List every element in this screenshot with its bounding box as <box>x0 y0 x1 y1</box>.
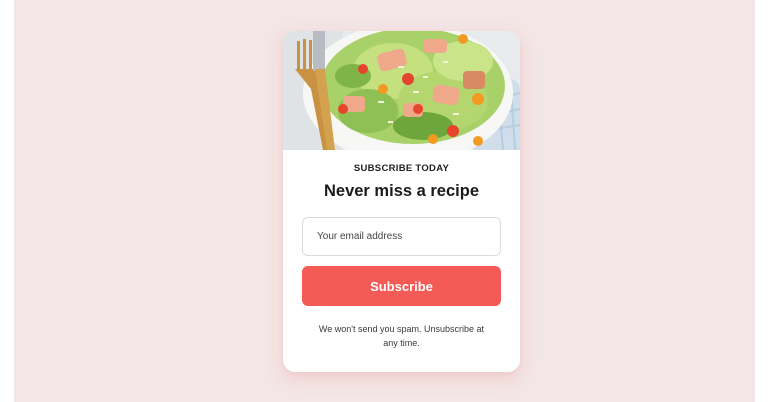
disclaimer-text: We won't send you spam. Unsubscribe at a… <box>318 324 485 348</box>
subscribe-button[interactable]: Subscribe <box>302 266 501 306</box>
eyebrow-label: SUBSCRIBE TODAY <box>353 163 450 174</box>
card-title: Never miss a recipe <box>323 182 480 200</box>
email-field[interactable] <box>302 217 501 256</box>
subscribe-card: SUBSCRIBE TODAY Never miss a recipe Subs… <box>283 31 520 372</box>
hero-image <box>283 31 520 150</box>
